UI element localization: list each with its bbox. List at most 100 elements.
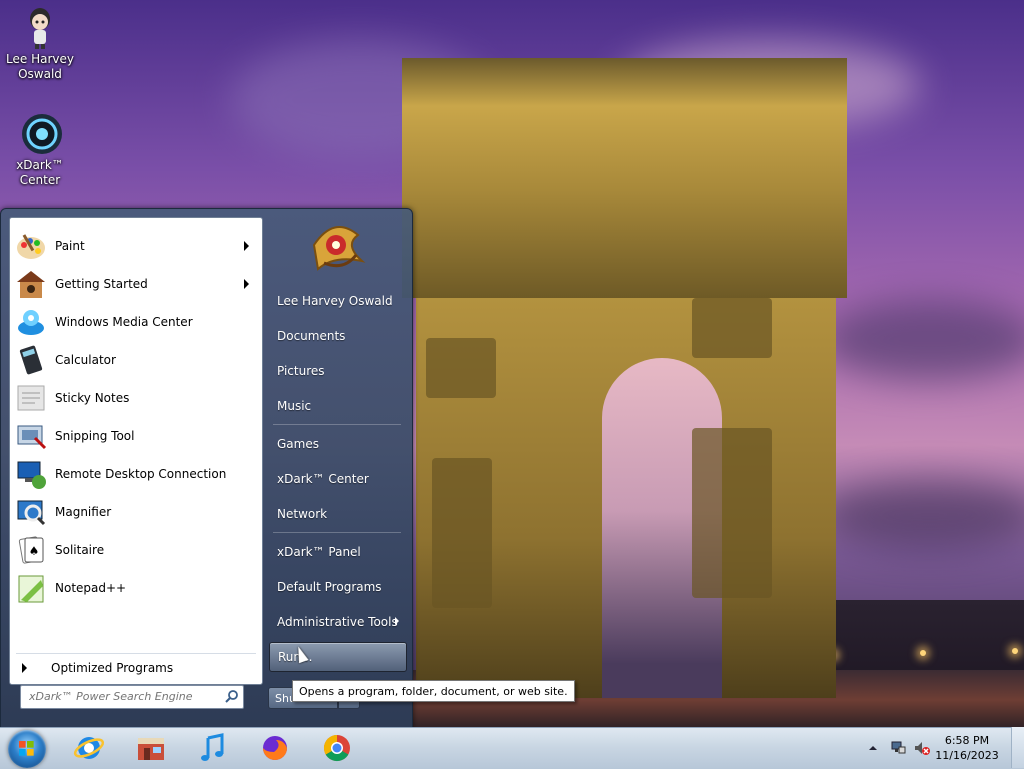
right-item-label: Lee Harvey Oswald — [277, 294, 393, 308]
program-label: Paint — [55, 239, 85, 253]
right-item-games[interactable]: Games — [269, 429, 407, 459]
cloud — [820, 300, 1024, 380]
right-item-pictures[interactable]: Pictures — [269, 356, 407, 386]
taskbar-chrome[interactable] — [320, 732, 354, 764]
start-search-input[interactable] — [21, 686, 225, 706]
right-separator — [273, 532, 401, 533]
program-label: Sticky Notes — [55, 391, 130, 405]
right-item-user-folder[interactable]: Lee Harvey Oswald — [269, 286, 407, 316]
right-item-label: Network — [277, 507, 328, 521]
taskbar-itunes[interactable] — [196, 732, 230, 764]
xdark-center-icon — [20, 112, 62, 154]
arch-sculpture — [692, 428, 772, 598]
program-item-sticky-notes[interactable]: Sticky Notes — [13, 380, 259, 416]
start-menu-programs-pane: Paint Getting Started Windows Media Cent… — [9, 217, 263, 685]
program-label: Magnifier — [55, 505, 112, 519]
chevron-up-icon — [869, 746, 877, 750]
sticky-notes-icon — [17, 385, 45, 411]
right-item-administrative-tools[interactable]: Administrative Tools — [269, 607, 407, 637]
program-item-magnifier[interactable]: Magnifier — [13, 494, 259, 530]
taskbar-firefox[interactable] — [258, 732, 292, 764]
street-lamp — [920, 650, 926, 656]
program-label: Solitaire — [55, 543, 105, 557]
program-item-getting-started[interactable]: Getting Started — [13, 266, 259, 302]
desktop-icon-user[interactable]: Lee Harvey Oswald — [0, 6, 80, 82]
right-item-music[interactable]: Music — [269, 391, 407, 421]
arch-relief — [426, 338, 496, 398]
media-center-icon — [18, 310, 44, 335]
program-label: Calculator — [55, 353, 116, 367]
taskbar-internet-explorer[interactable] — [72, 732, 106, 764]
arch-attic — [402, 58, 847, 298]
user-picture[interactable] — [304, 215, 368, 273]
right-item-xdark-center[interactable]: xDark™ Center — [269, 464, 407, 494]
programs-separator — [16, 653, 256, 654]
volume-muted-icon — [915, 742, 930, 755]
program-item-notepad-plus-plus[interactable]: Notepad++ — [13, 570, 259, 606]
right-item-default-programs[interactable]: Default Programs — [269, 572, 407, 602]
clock-time: 6:58 PM — [944, 734, 990, 747]
program-label: Remote Desktop Connection — [55, 467, 227, 481]
all-programs-item[interactable]: Optimized Programs — [20, 656, 256, 680]
program-label: Getting Started — [55, 277, 148, 291]
tray-network[interactable] — [890, 740, 906, 756]
magnifier-icon — [17, 500, 46, 526]
program-label: Windows Media Center — [55, 315, 193, 329]
svg-text:♠: ♠ — [29, 544, 40, 558]
cloud — [820, 480, 1024, 550]
submenu-arrow-icon — [395, 617, 399, 625]
taskbar-store[interactable] — [134, 732, 168, 764]
itunes-icon — [201, 733, 224, 761]
submenu-arrow-icon — [244, 279, 249, 289]
program-item-solitaire[interactable]: ♠ Solitaire — [13, 532, 259, 568]
desktop-icon-label: xDark™ Center — [16, 158, 64, 187]
program-item-windows-media-center[interactable]: Windows Media Center — [13, 304, 259, 340]
right-item-label: Administrative Tools — [277, 615, 398, 629]
clock-date: 11/16/2023 — [935, 749, 999, 762]
right-item-label: Default Programs — [277, 580, 382, 594]
show-desktop-button[interactable] — [1011, 727, 1024, 768]
arc-de-triomphe — [402, 58, 847, 698]
program-item-calculator[interactable]: Calculator — [13, 342, 259, 378]
all-programs-label: Optimized Programs — [51, 661, 174, 675]
remote-desktop-icon — [17, 461, 46, 489]
network-icon — [891, 741, 906, 754]
snipping-tool-icon — [17, 425, 47, 450]
right-separator — [273, 424, 401, 425]
right-item-xdark-panel[interactable]: xDark™ Panel — [269, 537, 407, 567]
right-item-label: Pictures — [277, 364, 325, 378]
tooltip-text: Opens a program, folder, document, or we… — [299, 684, 568, 698]
desktop-icon-label: Lee Harvey Oswald — [6, 52, 74, 81]
user-doll-icon — [20, 6, 60, 49]
program-item-snipping-tool[interactable]: Snipping Tool — [13, 418, 259, 454]
right-item-label: Games — [277, 437, 319, 451]
start-search-box[interactable] — [20, 685, 244, 709]
right-item-network[interactable]: Network — [269, 499, 407, 529]
submenu-arrow-icon — [244, 241, 249, 251]
desktop-icon-xdark-center[interactable]: xDark™ Center — [0, 112, 80, 188]
start-menu: Paint Getting Started Windows Media Cent… — [0, 208, 413, 729]
search-icon[interactable] — [225, 689, 239, 703]
expand-arrow-icon — [22, 663, 27, 673]
right-item-label: Music — [277, 399, 312, 413]
getting-started-icon — [17, 271, 45, 298]
start-button[interactable] — [8, 730, 46, 768]
chrome-icon — [323, 734, 350, 762]
solitaire-icon: ♠ — [18, 536, 44, 564]
flower-avatar-icon — [312, 226, 366, 271]
notepad-plus-plus-icon — [18, 575, 44, 603]
program-item-paint[interactable]: Paint — [13, 228, 259, 264]
tray-expand-button[interactable] — [868, 742, 878, 752]
tray-volume[interactable] — [914, 740, 930, 756]
street-lamp — [1012, 648, 1018, 654]
program-item-remote-desktop[interactable]: Remote Desktop Connection — [13, 456, 259, 492]
tray-clock[interactable]: 6:58 PM 11/16/2023 — [932, 733, 1002, 763]
right-item-label: Documents — [277, 329, 346, 343]
paint-icon — [17, 234, 45, 259]
store-icon — [138, 738, 164, 760]
program-label: Snipping Tool — [55, 429, 135, 443]
right-item-run[interactable]: Run... — [269, 642, 407, 672]
arch-sculpture — [432, 458, 492, 608]
firefox-icon — [263, 736, 287, 760]
right-item-documents[interactable]: Documents — [269, 321, 407, 351]
